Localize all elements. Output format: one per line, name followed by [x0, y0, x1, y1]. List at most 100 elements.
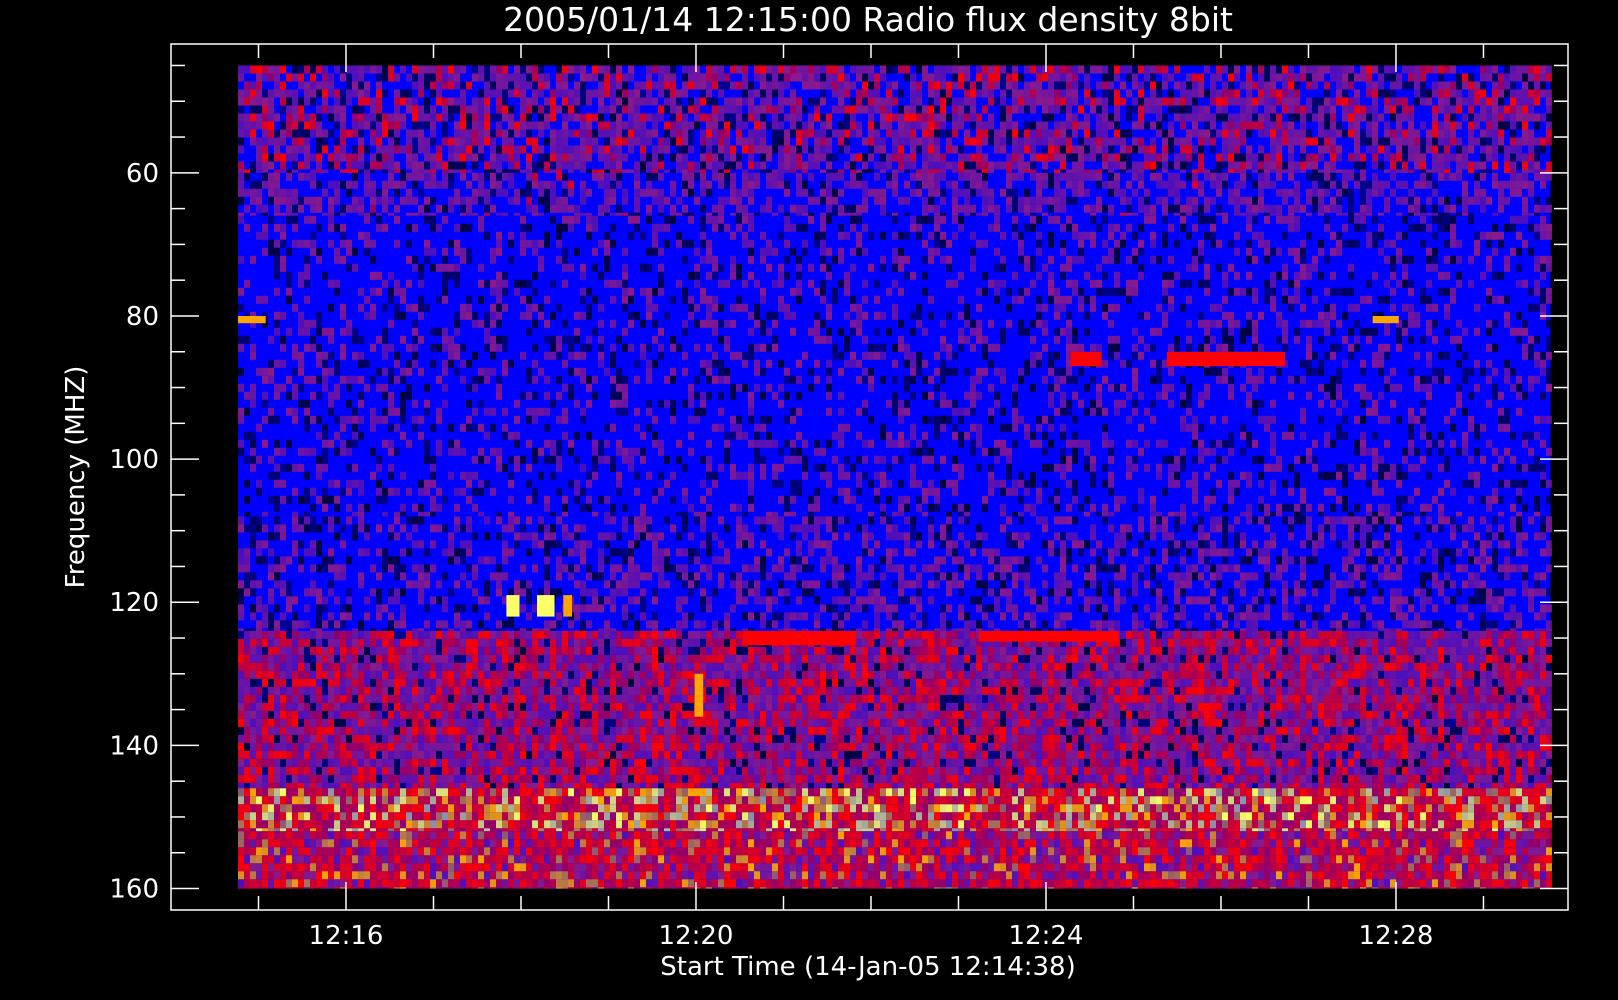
- heatmap-cell: [718, 196, 724, 205]
- heatmap-cell: [796, 73, 802, 82]
- heatmap-cell: [1330, 204, 1336, 213]
- heatmap-cell: [826, 271, 832, 280]
- heatmap-cell: [1120, 145, 1126, 154]
- heatmap-cell: [1384, 343, 1390, 352]
- heatmap-cell: [1198, 247, 1204, 256]
- heatmap-cell: [382, 180, 388, 189]
- heatmap-cell: [1390, 383, 1396, 392]
- heatmap-cell: [928, 196, 934, 205]
- heatmap-cell: [1006, 287, 1012, 296]
- heatmap-cell: [502, 271, 508, 280]
- heatmap-cell: [814, 65, 820, 74]
- heatmap-cell: [1354, 113, 1360, 122]
- heatmap-cell: [988, 121, 994, 130]
- heatmap-cell: [754, 180, 760, 189]
- heatmap-cell: [820, 247, 826, 256]
- heatmap-cell: [574, 367, 580, 376]
- heatmap-cell: [508, 129, 514, 138]
- heatmap-cell: [1426, 137, 1432, 146]
- heatmap-cell: [1486, 319, 1492, 328]
- heatmap-cell: [262, 105, 268, 114]
- heatmap-cell: [898, 255, 904, 264]
- heatmap-cell: [1198, 113, 1204, 122]
- heatmap-cell: [388, 271, 394, 280]
- heatmap-cell: [1480, 105, 1486, 114]
- heatmap-cell: [784, 255, 790, 264]
- heatmap-cell: [1204, 327, 1210, 336]
- heatmap-cell: [928, 180, 934, 189]
- heatmap-cell: [1108, 383, 1114, 392]
- heatmap-cell: [400, 89, 406, 98]
- heatmap-cell: [1342, 239, 1348, 248]
- heatmap-cell: [436, 153, 442, 162]
- heatmap-cell: [1444, 129, 1450, 138]
- heatmap-cell: [904, 113, 910, 122]
- heatmap-cell: [748, 215, 754, 224]
- heatmap-cell: [1468, 113, 1474, 122]
- heatmap-cell: [274, 247, 280, 256]
- heatmap-cell: [322, 145, 328, 154]
- heatmap-cell: [748, 89, 754, 98]
- heatmap-cell: [1312, 351, 1318, 360]
- heatmap-cell: [1468, 129, 1474, 138]
- heatmap-cell: [718, 212, 724, 216]
- heatmap-cell: [376, 129, 382, 138]
- heatmap-cell: [586, 231, 592, 240]
- heatmap-cell: [418, 113, 424, 122]
- heatmap-cell: [664, 311, 670, 320]
- heatmap-cell: [844, 271, 850, 280]
- heatmap-cell: [1348, 327, 1354, 336]
- heatmap-cell: [1282, 137, 1288, 146]
- heatmap-cell: [1528, 287, 1534, 296]
- heatmap-cell: [586, 129, 592, 138]
- heatmap-cell: [1342, 311, 1348, 320]
- heatmap-cell: [1102, 287, 1108, 296]
- heatmap-cell: [688, 145, 694, 154]
- heatmap-cell: [832, 351, 838, 360]
- heatmap-cell: [1012, 137, 1018, 146]
- heatmap-cell: [976, 188, 982, 197]
- heatmap-cell: [1126, 113, 1132, 122]
- heatmap-cell: [622, 279, 628, 288]
- heatmap-cell: [724, 137, 730, 146]
- heatmap-cell: [646, 367, 652, 376]
- heatmap-cell: [736, 97, 742, 106]
- heatmap-cell: [268, 161, 274, 170]
- heatmap-cell: [928, 97, 934, 106]
- heatmap-cell: [904, 383, 910, 392]
- heatmap-cell: [1510, 73, 1516, 82]
- heatmap-cell: [970, 375, 976, 384]
- heatmap-cell: [454, 97, 460, 106]
- heatmap-cell: [586, 335, 592, 344]
- heatmap-cell: [1234, 188, 1240, 197]
- heatmap-cell: [1378, 247, 1384, 256]
- heatmap-cell: [448, 204, 454, 213]
- heatmap-cell: [796, 223, 802, 232]
- heatmap-cell: [682, 89, 688, 98]
- heatmap-cell: [1036, 231, 1042, 240]
- heatmap-cell: [658, 327, 664, 336]
- heatmap-cell: [1198, 204, 1204, 213]
- heatmap-cell: [820, 153, 826, 162]
- heatmap-cell: [286, 287, 292, 296]
- heatmap-cell: [430, 359, 436, 368]
- heatmap-cell: [1186, 279, 1192, 288]
- heatmap-cell: [904, 271, 910, 280]
- heatmap-cell: [1372, 129, 1378, 138]
- heatmap-cell: [772, 105, 778, 114]
- heatmap-cell: [394, 215, 400, 224]
- heatmap-cell: [1258, 81, 1264, 90]
- heatmap-cell: [1294, 97, 1300, 106]
- heatmap-cell: [1390, 97, 1396, 106]
- heatmap-cell: [502, 343, 508, 352]
- heatmap-cell: [802, 169, 808, 173]
- heatmap-cell: [1528, 145, 1534, 154]
- heatmap-cell: [994, 81, 1000, 90]
- heatmap-cell: [1486, 359, 1492, 368]
- heatmap-cell: [310, 215, 316, 224]
- heatmap-cell: [1198, 153, 1204, 162]
- heatmap-cell: [1384, 295, 1390, 304]
- heatmap-cell: [502, 188, 508, 197]
- heatmap-cell: [610, 89, 616, 98]
- heatmap-cell: [634, 204, 640, 213]
